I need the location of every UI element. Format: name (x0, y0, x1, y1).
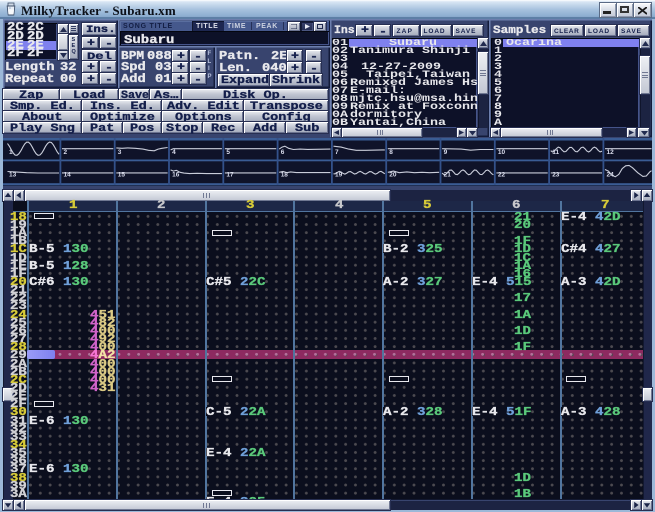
svg-text:14: 14 (64, 171, 72, 178)
svg-text:16: 16 (172, 171, 180, 178)
svg-text:5: 5 (226, 149, 230, 156)
svg-text:11: 11 (552, 149, 559, 156)
svg-text:17: 17 (226, 171, 234, 178)
svg-text:8: 8 (389, 149, 393, 156)
svg-text:3: 3 (118, 149, 122, 156)
svg-text:22: 22 (498, 171, 506, 178)
svg-text:7: 7 (335, 149, 339, 156)
svg-text:2: 2 (64, 149, 68, 156)
svg-text:10: 10 (498, 149, 506, 156)
svg-text:4: 4 (172, 149, 176, 156)
svg-text:12: 12 (607, 149, 615, 156)
svg-text:20: 20 (389, 171, 397, 178)
svg-text:13: 13 (9, 171, 17, 178)
svg-text:24: 24 (607, 171, 615, 178)
svg-text:21: 21 (444, 171, 452, 178)
svg-text:19: 19 (335, 171, 343, 178)
svg-text:15: 15 (118, 171, 126, 178)
svg-text:6: 6 (281, 149, 285, 156)
svg-text:9: 9 (444, 149, 448, 156)
svg-text:1: 1 (9, 149, 13, 156)
svg-text:23: 23 (552, 171, 560, 178)
svg-text:18: 18 (281, 171, 289, 178)
